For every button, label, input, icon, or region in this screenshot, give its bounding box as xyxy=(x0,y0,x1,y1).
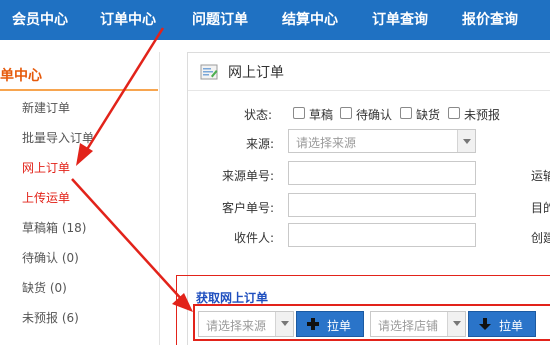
source-select-placeholder: 请选择来源 xyxy=(296,136,357,150)
source-select[interactable]: 请选择来源 xyxy=(288,129,476,153)
store-select-placeholder: 请选择店铺 xyxy=(378,319,439,333)
nav-item-quote-query[interactable]: 报价查询 xyxy=(462,0,518,40)
page: 会员中心 订单中心 问题订单 结算中心 订单查询 报价查询 单中心 新建订单 批… xyxy=(0,0,550,345)
sidebar-item-online-orders[interactable]: 网上订单 xyxy=(22,158,70,178)
panel-title: 网上订单 xyxy=(228,65,284,81)
sidebar-item-new-order[interactable]: 新建订单 xyxy=(22,98,70,118)
status-label: 状态: xyxy=(244,108,273,122)
sidebar-header-underline xyxy=(0,89,158,91)
fetch-source-placeholder: 请选择来源 xyxy=(206,319,267,333)
status-checkbox-pending[interactable] xyxy=(340,107,352,119)
transport-label-cut: 运输 xyxy=(531,169,550,183)
sidebar-item-batch-import[interactable]: 批量导入订单 xyxy=(22,128,94,148)
source-no-label: 来源单号: xyxy=(222,169,275,183)
sidebar-item-upload-waybill[interactable]: 上传运单 xyxy=(22,188,70,208)
download-arrow-icon xyxy=(478,317,492,331)
pull-orders-label-1: 拉单 xyxy=(327,319,352,333)
sidebar-item-pending-confirm[interactable]: 待确认 (0) xyxy=(22,248,79,268)
status-option-out-of-stock: 缺货 xyxy=(416,108,441,122)
sidebar-header: 单中心 xyxy=(0,68,42,84)
status-option-pending: 待确认 xyxy=(356,108,393,122)
status-option-draft: 草稿 xyxy=(309,108,334,122)
created-label-cut: 创建 xyxy=(531,231,550,245)
nav-item-order-center[interactable]: 订单中心 xyxy=(100,0,156,40)
top-nav-bar: 会员中心 订单中心 问题订单 结算中心 订单查询 报价查询 xyxy=(0,0,550,40)
status-checkbox-draft[interactable] xyxy=(293,107,305,119)
status-checkbox-not-forecast[interactable] xyxy=(448,107,460,119)
nav-item-member-center[interactable]: 会员中心 xyxy=(12,0,68,40)
receiver-input[interactable] xyxy=(288,223,476,247)
nav-item-settlement-center[interactable]: 结算中心 xyxy=(282,0,338,40)
chevron-down-icon[interactable] xyxy=(447,312,465,336)
pull-orders-button-2[interactable]: 拉单 xyxy=(468,311,536,337)
source-label: 来源: xyxy=(246,137,275,151)
nav-item-order-query[interactable]: 订单查询 xyxy=(372,0,428,40)
customer-no-input[interactable] xyxy=(288,193,476,217)
panel-title-bar: 网上订单 xyxy=(188,53,550,91)
destination-label-cut: 目的 xyxy=(531,201,550,215)
customer-no-label: 客户单号: xyxy=(222,201,275,215)
pull-orders-button-1[interactable]: 拉单 xyxy=(296,311,364,337)
status-checkbox-out-of-stock[interactable] xyxy=(400,107,412,119)
sidebar-item-drafts[interactable]: 草稿箱 (18) xyxy=(22,218,86,238)
sidebar-item-not-forecast[interactable]: 未预报 (6) xyxy=(22,308,79,328)
status-option-not-forecast: 未预报 xyxy=(464,108,501,122)
chevron-down-icon[interactable] xyxy=(275,312,293,336)
source-no-input[interactable] xyxy=(288,161,476,185)
plus-icon xyxy=(306,317,320,331)
store-select[interactable]: 请选择店铺 xyxy=(370,311,466,337)
document-edit-icon xyxy=(200,64,218,80)
nav-item-problem-orders[interactable]: 问题订单 xyxy=(192,0,248,40)
sidebar: 单中心 新建订单 批量导入订单 网上订单 上传运单 草稿箱 (18) 待确认 (… xyxy=(0,52,160,345)
pull-orders-label-2: 拉单 xyxy=(499,319,524,333)
chevron-down-icon[interactable] xyxy=(457,130,475,152)
sidebar-item-out-of-stock[interactable]: 缺货 (0) xyxy=(22,278,67,298)
fetch-source-select[interactable]: 请选择来源 xyxy=(198,311,294,337)
receiver-label: 收件人: xyxy=(234,231,275,245)
